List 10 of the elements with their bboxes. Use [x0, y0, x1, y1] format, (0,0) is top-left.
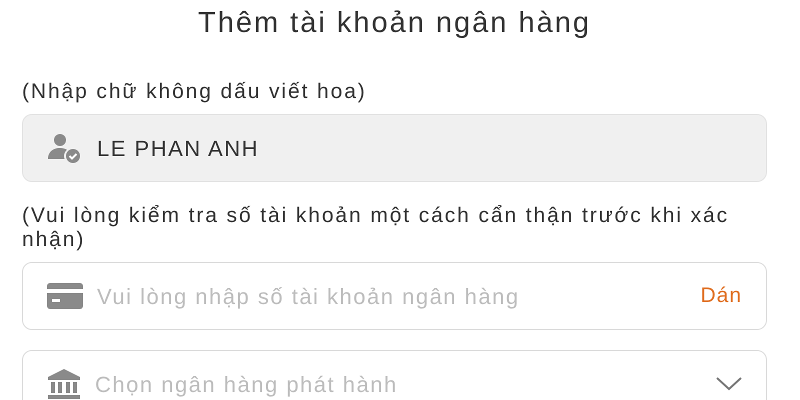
field-hint: (Vui lòng kiểm tra số tài khoản một cách cẩn thận trước khi xác nhận): [22, 204, 730, 252]
bank-input[interactable]: Chọn ngân hàng phát hành: [95, 368, 702, 400]
page-title: Thêm tài khoản ngân hàng: [196, 6, 592, 41]
bank-icon: [47, 369, 81, 399]
bank-select[interactable]: Chọn ngân hàng phát hành: [22, 350, 767, 400]
user-check-icon: [47, 133, 83, 163]
card-icon: [47, 283, 83, 309]
chevron-down-icon[interactable]: [716, 377, 742, 391]
account-input[interactable]: Vui lòng nhập số tài khoản ngân hàng: [97, 280, 686, 312]
field-hint: (Nhập chữ không dấu viết hoa): [22, 80, 368, 104]
